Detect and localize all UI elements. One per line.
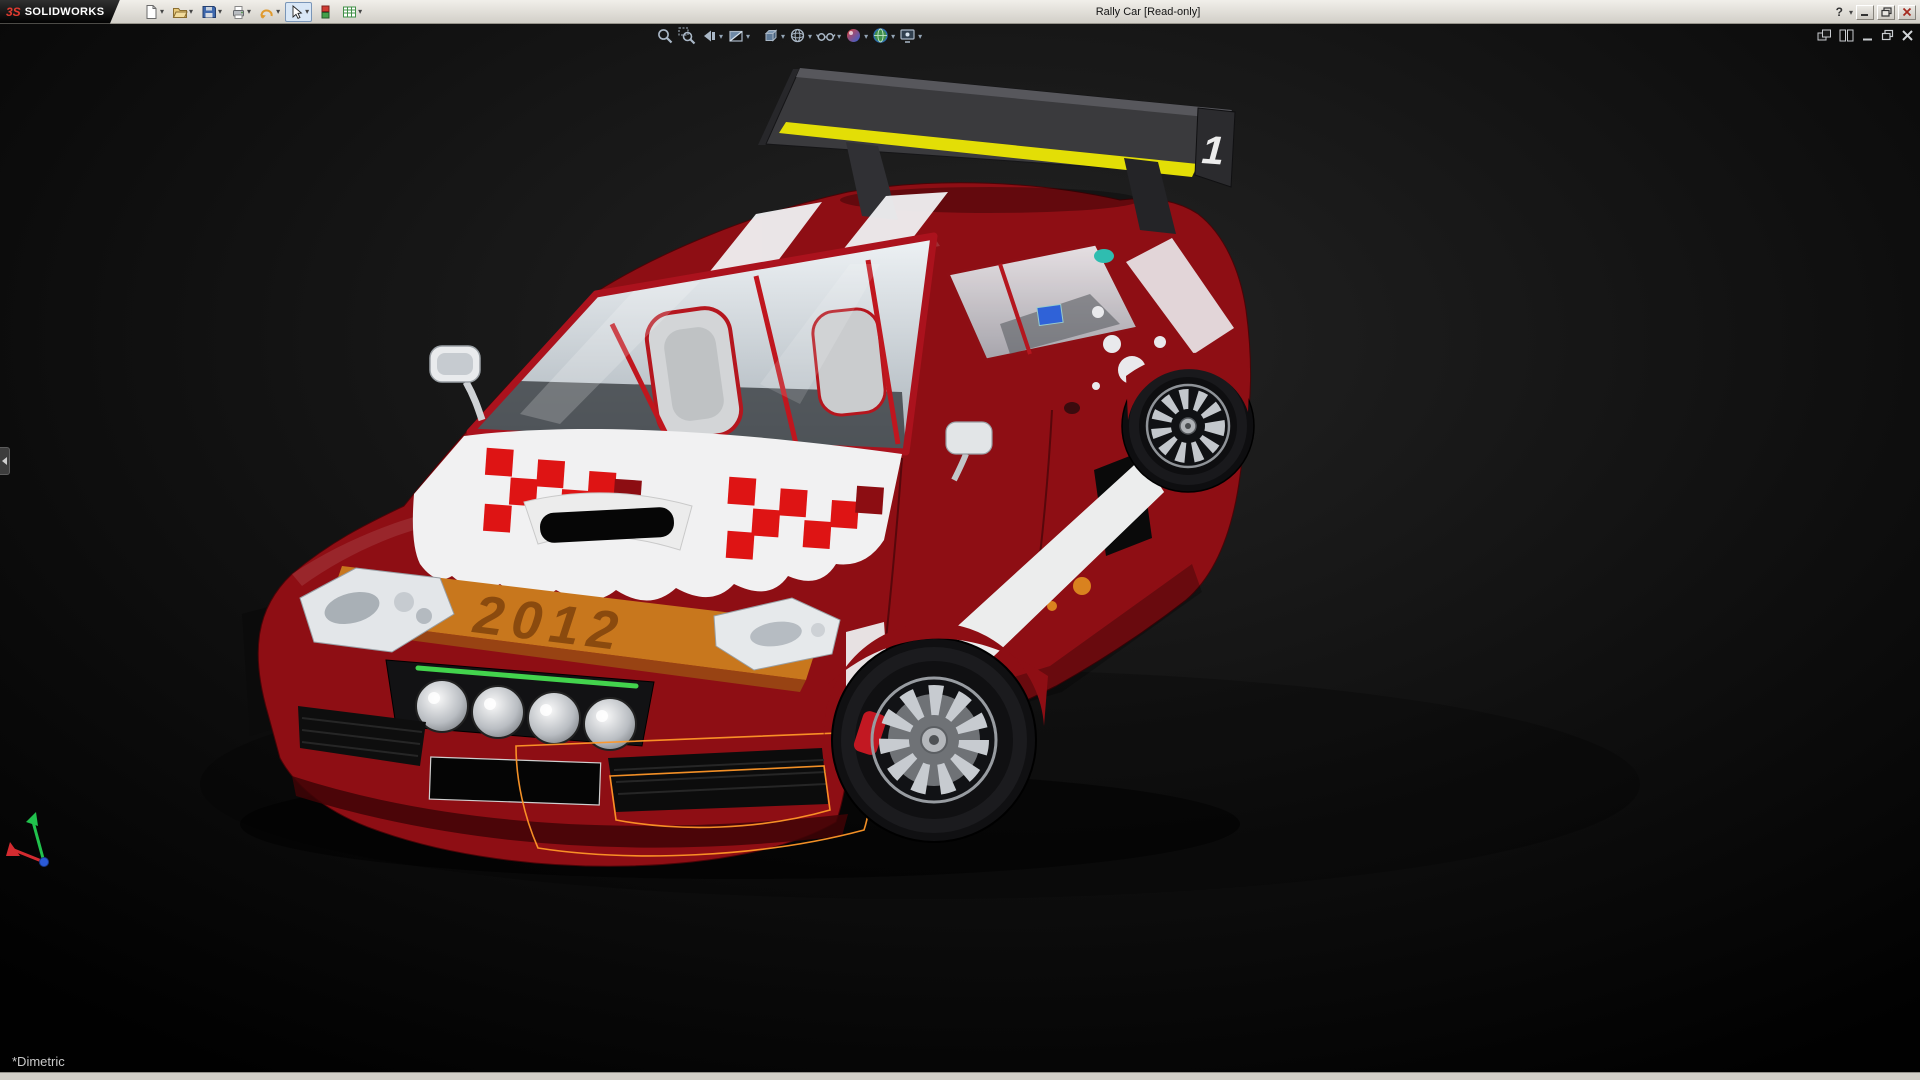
- dropdown-caret[interactable]: ▾: [305, 7, 309, 16]
- close-icon: [1901, 29, 1914, 42]
- dropdown-caret[interactable]: ▾: [837, 32, 841, 41]
- restore-icon: [1881, 29, 1894, 42]
- undo-icon: [259, 4, 275, 20]
- appearance-ball-icon: [845, 27, 863, 45]
- close-button[interactable]: [1898, 5, 1916, 20]
- dropdown-caret[interactable]: ▾: [189, 7, 193, 16]
- view-settings-icon: [899, 27, 917, 45]
- race-number-decal: 1: [1200, 128, 1225, 173]
- door-handle[interactable]: [1064, 402, 1080, 414]
- cascade-icon: [1839, 29, 1854, 42]
- dropdown-caret[interactable]: ▾: [781, 32, 785, 41]
- options-button[interactable]: ▾: [338, 2, 365, 22]
- new-window-icon: [1817, 29, 1832, 42]
- bumper-mesh-center[interactable]: [608, 748, 828, 812]
- bottom-scrollbar[interactable]: [0, 1072, 1920, 1080]
- new-document-button[interactable]: ▾: [140, 2, 167, 22]
- restore-doc-button[interactable]: [1881, 29, 1894, 42]
- glasses-icon: [816, 27, 836, 45]
- triad-axis-blue: [40, 858, 49, 867]
- view-orientation-button[interactable]: ▾: [761, 27, 786, 45]
- roof-teal-detail: [1094, 249, 1114, 263]
- zoom-to-area-button[interactable]: [677, 27, 697, 45]
- minimize-icon: [1860, 7, 1870, 17]
- solidworks-logo: 3S SOLIDWORKS: [0, 0, 120, 24]
- 3d-scene[interactable]: 1: [0, 24, 1920, 1072]
- zoom-to-area-icon: [678, 27, 696, 45]
- view-orientation-label: *Dimetric: [12, 1054, 65, 1069]
- open-button[interactable]: ▾: [169, 2, 196, 22]
- license-plate[interactable]: [429, 757, 600, 805]
- apply-scene-button[interactable]: ▾: [871, 27, 896, 45]
- open-icon: [172, 4, 188, 20]
- dropdown-caret[interactable]: ▾: [160, 7, 164, 16]
- chevron-left-icon: [1, 456, 8, 466]
- minimize-doc-button[interactable]: [1861, 29, 1874, 42]
- rebuild-button[interactable]: [314, 2, 336, 22]
- dropdown-caret[interactable]: ▾: [276, 7, 280, 16]
- new-document-icon: [143, 4, 159, 20]
- close-icon: [1902, 7, 1912, 17]
- dropdown-caret[interactable]: ▾: [746, 32, 750, 41]
- dropdown-caret[interactable]: ▾: [864, 32, 868, 41]
- hide-show-items-button[interactable]: ▾: [815, 27, 842, 45]
- solidworks-window: 3S SOLIDWORKS ▾ ▾ ▾ ▾ ▾: [0, 0, 1920, 1080]
- print-button[interactable]: ▾: [227, 2, 254, 22]
- undo-button[interactable]: ▾: [256, 2, 283, 22]
- select-cursor-icon: [288, 4, 304, 20]
- orientation-triad[interactable]: [6, 812, 49, 867]
- document-title: Rally Car [Read-only]: [1096, 0, 1201, 24]
- help-caret[interactable]: ▾: [1849, 8, 1853, 17]
- display-style-icon: [789, 27, 807, 45]
- feature-panel-collapse-tab[interactable]: [0, 447, 10, 475]
- previous-view-button[interactable]: ▾: [699, 27, 724, 45]
- close-doc-button[interactable]: [1901, 29, 1914, 42]
- view-orientation-cube-icon: [762, 27, 780, 45]
- dropdown-caret[interactable]: ▾: [218, 7, 222, 16]
- display-style-button[interactable]: ▾: [788, 27, 813, 45]
- wing-surface[interactable]: [766, 68, 1232, 174]
- save-icon: [201, 4, 217, 20]
- dropdown-caret[interactable]: ▾: [891, 32, 895, 41]
- scene-globe-icon: [872, 27, 890, 45]
- rebuild-icon: [317, 4, 333, 20]
- new-window-button[interactable]: [1817, 29, 1832, 42]
- select-button[interactable]: ▾: [285, 2, 312, 22]
- cascade-button[interactable]: [1839, 29, 1854, 42]
- front-wheel[interactable]: [832, 638, 1036, 842]
- document-window-controls: [1817, 29, 1914, 42]
- restore-icon: [1881, 7, 1892, 17]
- standard-toolbar: ▾ ▾ ▾ ▾ ▾ ▾: [140, 2, 365, 22]
- view-settings-button[interactable]: ▾: [898, 27, 923, 45]
- zoom-to-fit-button[interactable]: [655, 27, 675, 45]
- edit-appearance-button[interactable]: ▾: [844, 27, 869, 45]
- dropdown-caret[interactable]: ▾: [719, 32, 723, 41]
- previous-view-icon: [700, 27, 718, 45]
- section-view-button[interactable]: ▾: [726, 27, 751, 45]
- heads-up-view-toolbar: ▾ ▾ ▾ ▾ ▾ ▾: [655, 27, 923, 45]
- options-table-icon: [341, 4, 357, 20]
- dropdown-caret[interactable]: ▾: [247, 7, 251, 16]
- minimize-button[interactable]: [1856, 5, 1874, 20]
- section-view-icon: [727, 27, 745, 45]
- zoom-to-fit-icon: [656, 27, 674, 45]
- print-icon: [230, 4, 246, 20]
- dropdown-caret[interactable]: ▾: [358, 7, 362, 16]
- mirror-left[interactable]: [430, 346, 482, 420]
- help-button[interactable]: ?: [1834, 5, 1845, 19]
- dropdown-caret[interactable]: ▾: [808, 32, 812, 41]
- title-bar: 3S SOLIDWORKS ▾ ▾ ▾ ▾ ▾: [0, 0, 1920, 24]
- logo-mark: 3S: [6, 5, 21, 19]
- dashboard-screen: [1037, 304, 1063, 325]
- graphics-viewport[interactable]: 1: [0, 24, 1920, 1072]
- save-button[interactable]: ▾: [198, 2, 225, 22]
- logo-text: SOLIDWORKS: [25, 6, 105, 18]
- dropdown-caret[interactable]: ▾: [918, 32, 922, 41]
- minimize-icon: [1861, 29, 1874, 42]
- restore-button[interactable]: [1877, 5, 1895, 20]
- titlebar-controls: ? ▾: [1834, 0, 1916, 24]
